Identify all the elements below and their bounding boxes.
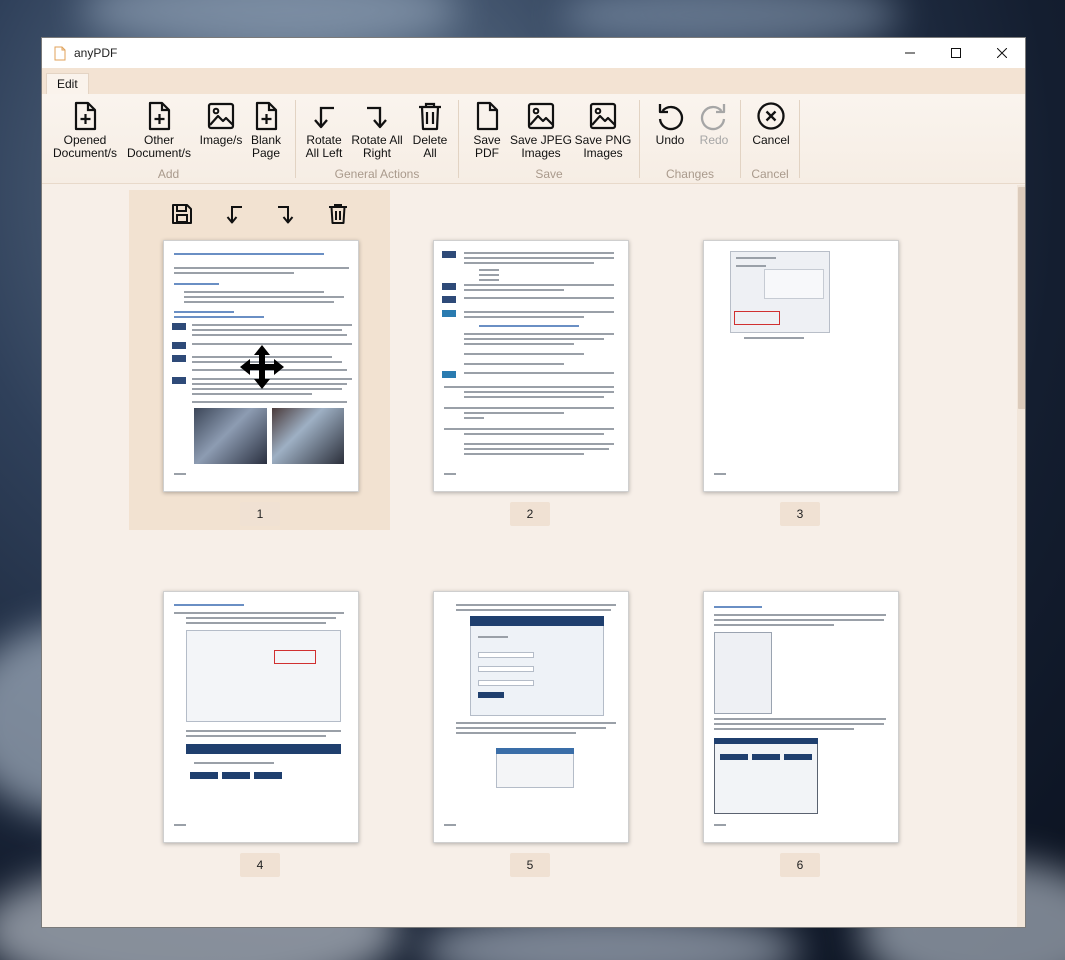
ribbon-group-label: General Actions: [334, 167, 420, 181]
app-icon: [54, 46, 66, 60]
ribbon-group-label: Add: [157, 167, 180, 181]
image-icon: [527, 102, 555, 130]
rotate-all-right-button[interactable]: Rotate All Right: [349, 100, 405, 160]
ribbon-button-label: Rotate All Right: [351, 133, 403, 160]
add-images-button[interactable]: Image/s: [197, 100, 245, 147]
ribbon-button-label: Image/s: [199, 133, 243, 147]
rotate-all-left-button[interactable]: Rotate All Left: [300, 100, 348, 160]
tab-edit[interactable]: Edit: [46, 73, 89, 95]
page-thumbnail-4[interactable]: [163, 591, 359, 843]
cancel-circle-icon: [757, 102, 785, 130]
title-bar: anyPDF: [42, 38, 1025, 68]
close-icon: [997, 48, 1007, 58]
rotate-right-icon[interactable]: [274, 202, 298, 226]
page-number-3: 3: [780, 502, 820, 526]
scrollbar-thumb[interactable]: [1018, 187, 1025, 409]
close-window-button[interactable]: [979, 38, 1025, 68]
save-pdf-button[interactable]: Save PDF: [469, 100, 505, 160]
ribbon-group-changes: Undo Redo Changes: [640, 94, 740, 184]
file-plus-icon: [74, 101, 97, 131]
ribbon-group-label: Cancel: [751, 167, 789, 181]
ribbon-group-save: Save PDF Save JPEG Images Save PNG Image…: [459, 94, 639, 184]
ribbon-group-label: Changes: [665, 167, 715, 181]
rotate-left-icon: [314, 106, 334, 129]
app-window: anyPDF Edit Opened Document/s Other Docu…: [41, 37, 1026, 928]
undo-icon: [658, 104, 684, 131]
maximize-button[interactable]: [933, 38, 979, 68]
trash-icon: [419, 102, 441, 131]
move-icon: [240, 345, 284, 389]
rotate-right-icon: [367, 106, 387, 129]
page-number-5: 5: [510, 853, 550, 877]
page-thumbnail-2[interactable]: [433, 240, 629, 492]
page-number-2: 2: [510, 502, 550, 526]
redo-icon: [700, 104, 726, 131]
page-thumbnail-5[interactable]: [433, 591, 629, 843]
page-thumbnail-3[interactable]: [703, 240, 899, 492]
add-other-documents-button[interactable]: Other Document/s: [125, 100, 193, 160]
ribbon-button-label: Rotate All Left: [305, 133, 343, 160]
ribbon-group-general-actions: Rotate All Left Rotate All Right Delete …: [296, 94, 458, 184]
ribbon-button-label: Opened Document/s: [52, 133, 118, 160]
ribbon-tab-bar: Edit: [42, 68, 1025, 95]
page-number-1: 1: [240, 502, 280, 526]
page-thumbnail-1[interactable]: [163, 240, 359, 492]
minimize-icon: [905, 52, 915, 54]
ribbon-button-label: Save PNG Images: [574, 133, 632, 160]
add-blank-page-button[interactable]: Blank Page: [246, 100, 286, 160]
image-icon: [207, 102, 235, 130]
page-number-4: 4: [240, 853, 280, 877]
ribbon-button-label: Undo: [655, 133, 685, 147]
ribbon: Opened Document/s Other Document/s Image…: [42, 94, 1025, 184]
save-png-images-button[interactable]: Save PNG Images: [573, 100, 633, 160]
ribbon-button-label: Delete All: [412, 133, 448, 160]
file-plus-icon: [255, 101, 278, 131]
ribbon-separator: [799, 100, 800, 178]
ribbon-group-add: Opened Document/s Other Document/s Image…: [42, 94, 295, 184]
cancel-button[interactable]: Cancel: [749, 100, 793, 147]
ribbon-button-label: Other Document/s: [126, 133, 192, 160]
window-title: anyPDF: [74, 46, 118, 60]
delete-all-button[interactable]: Delete All: [408, 100, 452, 160]
redo-button: Redo: [694, 100, 734, 147]
add-opened-documents-button[interactable]: Opened Document/s: [52, 100, 118, 160]
ribbon-button-label: Redo: [699, 133, 729, 147]
ribbon-group-label: Save: [535, 167, 563, 181]
ribbon-button-label: Save JPEG Images: [509, 133, 573, 160]
vertical-scrollbar[interactable]: [1017, 185, 1025, 927]
page-thumbnail-6[interactable]: [703, 591, 899, 843]
file-icon: [476, 101, 499, 131]
minimize-button[interactable]: [887, 38, 933, 68]
save-icon[interactable]: [170, 202, 194, 226]
rotate-left-icon[interactable]: [222, 202, 246, 226]
page-number-6: 6: [780, 853, 820, 877]
ribbon-button-label: Blank Page: [250, 133, 282, 160]
maximize-icon: [951, 48, 961, 58]
save-jpeg-images-button[interactable]: Save JPEG Images: [509, 100, 573, 160]
ribbon-group-cancel: Cancel Cancel: [741, 94, 799, 184]
file-plus-icon: [148, 101, 171, 131]
trash-icon[interactable]: [326, 202, 350, 226]
page-action-bar: [129, 202, 390, 226]
image-icon: [589, 102, 617, 130]
ribbon-button-label: Cancel: [752, 133, 790, 147]
ribbon-button-label: Save PDF: [473, 133, 501, 160]
undo-button[interactable]: Undo: [650, 100, 690, 147]
page-grid: 1 2 3 4 5 6: [42, 185, 1025, 927]
